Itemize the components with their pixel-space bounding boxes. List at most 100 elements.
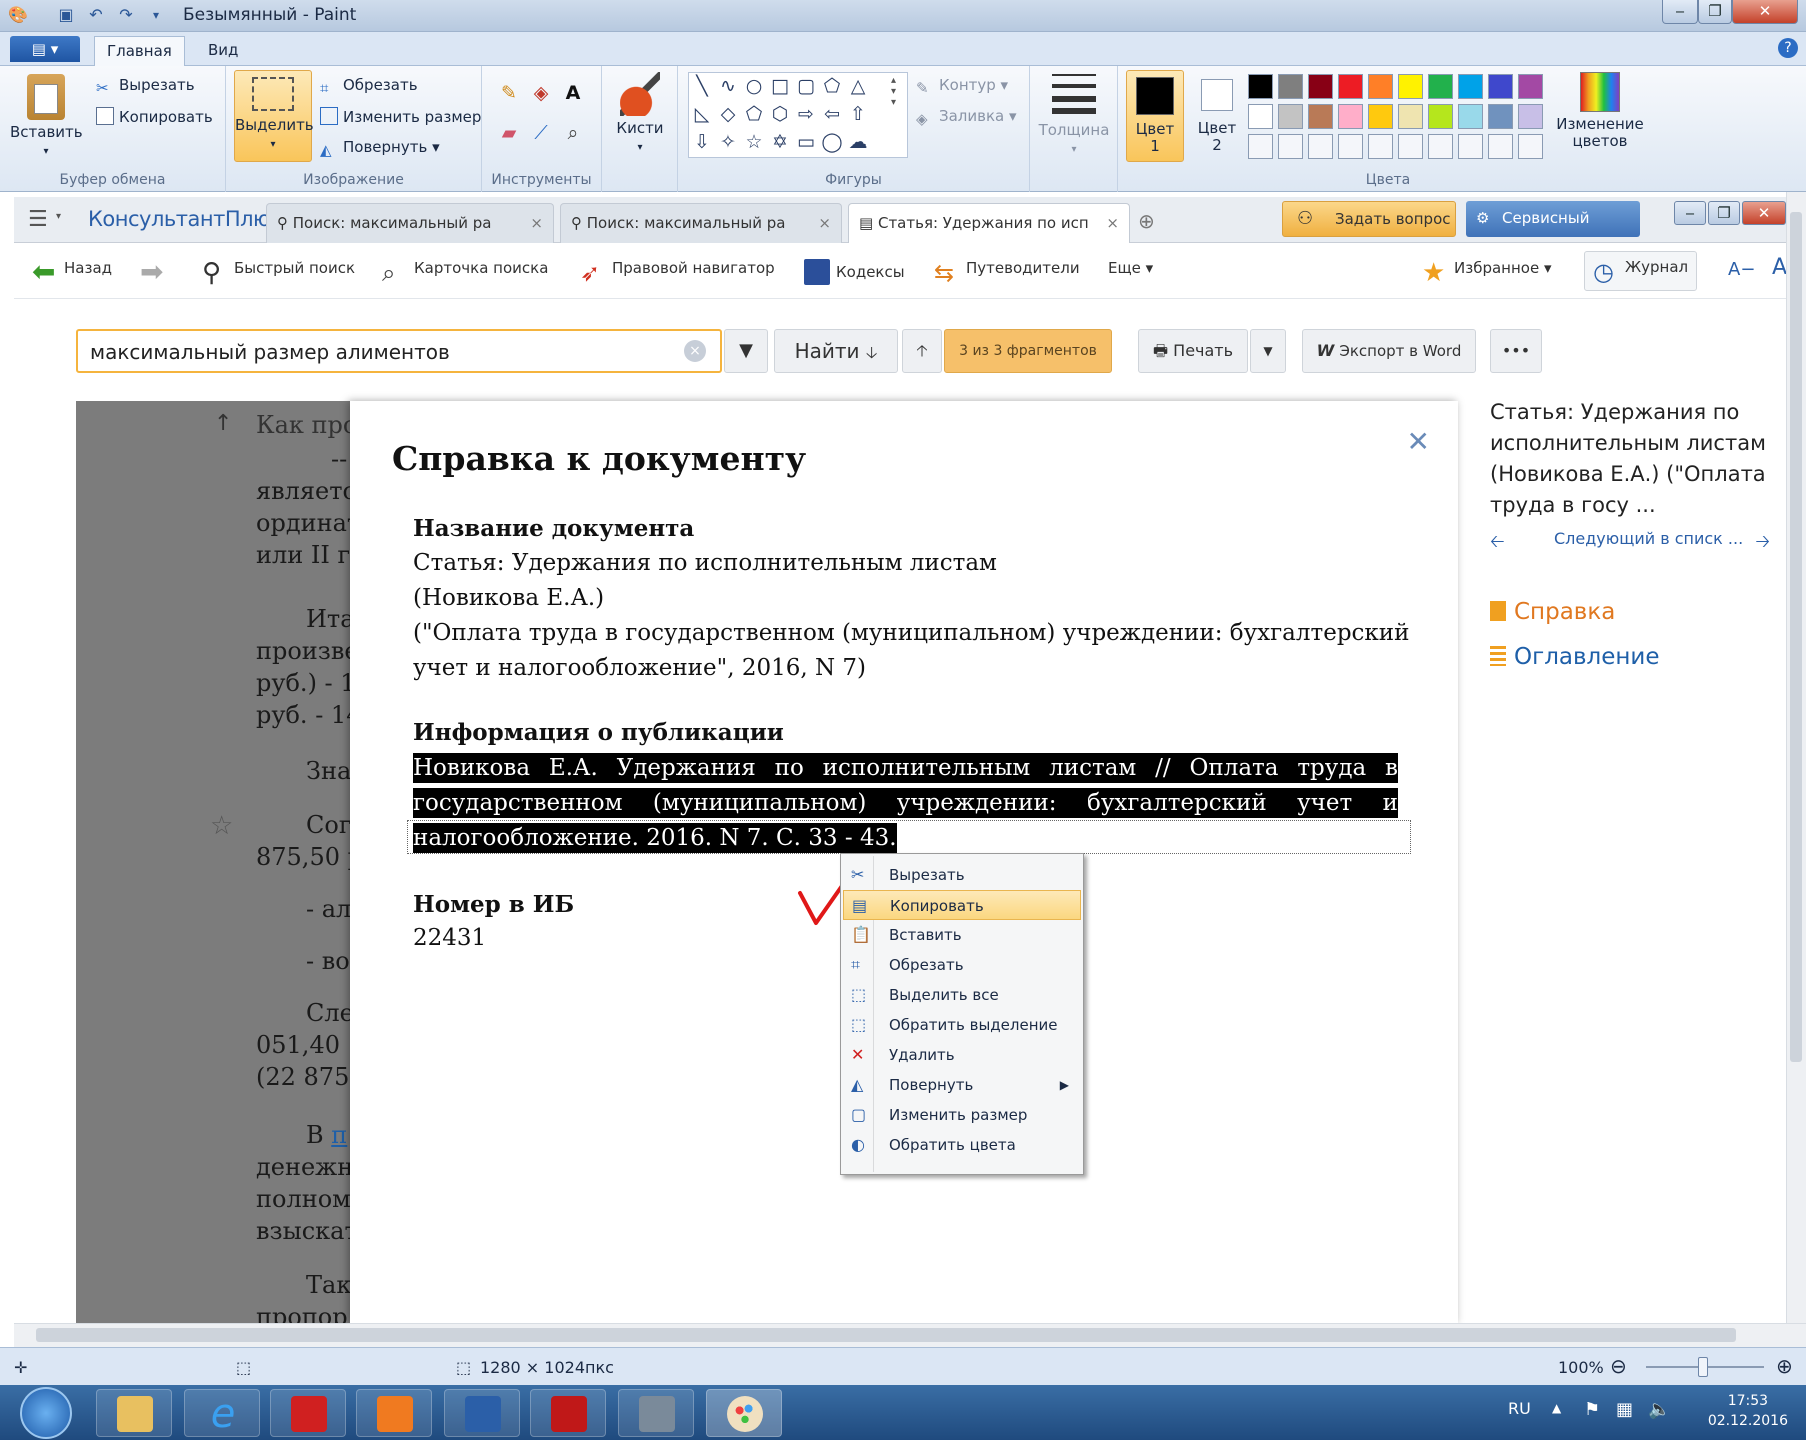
vertical-scrollbar[interactable]: [1786, 192, 1806, 1324]
selected-publication-line[interactable]: государственном (муниципальном) учрежден…: [413, 788, 1398, 818]
color-swatch[interactable]: [1308, 104, 1333, 129]
thickness-button[interactable]: Толщина ▾: [1036, 74, 1112, 158]
copy-button[interactable]: Копировать: [96, 107, 213, 126]
callout-oval-shape-icon[interactable]: ◯: [821, 131, 843, 153]
color-swatch[interactable]: [1338, 74, 1363, 99]
tray-clock[interactable]: 17:53 02.12.2016: [1708, 1391, 1788, 1431]
close-button[interactable]: ✕: [1732, 0, 1798, 24]
search-history-dropdown[interactable]: ▼: [724, 329, 768, 373]
bookmark-star-icon[interactable]: ☆: [210, 811, 233, 841]
search-input[interactable]: [90, 340, 650, 364]
action-center-icon[interactable]: ⚑: [1584, 1399, 1600, 1420]
color-swatch[interactable]: [1368, 74, 1393, 99]
color-swatch[interactable]: [1248, 74, 1273, 99]
callout-rect-shape-icon[interactable]: ▭: [795, 131, 817, 153]
polygon-shape-icon[interactable]: ⬠: [821, 75, 843, 97]
color-swatch[interactable]: [1458, 134, 1483, 159]
prev-arrow-icon[interactable]: 🡠: [1490, 531, 1505, 552]
left-arrow-shape-icon[interactable]: ⇦: [821, 103, 843, 125]
eraser-icon[interactable]: ▰: [498, 122, 520, 144]
paste-button[interactable]: Вставить ▾: [10, 74, 83, 160]
color-swatch[interactable]: [1518, 74, 1543, 99]
text-icon[interactable]: A: [562, 82, 584, 104]
up-arrow-shape-icon[interactable]: ⇧: [847, 103, 869, 125]
tab-article[interactable]: ▤ Статья: Удержания по исп ×: [848, 203, 1130, 243]
color2-button[interactable]: Цвет 2: [1188, 70, 1246, 154]
minimize-button[interactable]: ‒: [1662, 0, 1698, 24]
color-swatch[interactable]: [1308, 134, 1333, 159]
taskbar-downloader[interactable]: [270, 1389, 346, 1437]
context-menu-item[interactable]: ✂ Вырезать: [843, 860, 1081, 890]
find-prev-button[interactable]: 🡡: [902, 329, 942, 373]
taskbar-acrobat[interactable]: [530, 1389, 606, 1437]
close-tab-icon[interactable]: ×: [1106, 204, 1119, 242]
paint-app-icon[interactable]: 🎨: [8, 5, 28, 25]
pencil-icon[interactable]: ✎: [498, 82, 520, 104]
network-icon[interactable]: ▦: [1616, 1399, 1633, 1420]
codes-button[interactable]: Кодексы: [804, 259, 905, 285]
context-menu-item[interactable]: ▤ Копировать: [843, 890, 1081, 920]
color-swatch[interactable]: [1398, 134, 1423, 159]
color-swatch[interactable]: [1308, 74, 1333, 99]
zoom-out-icon[interactable]: ⊖: [1610, 1354, 1627, 1378]
save-icon[interactable]: ▣: [56, 5, 76, 25]
ask-question-button[interactable]: ⚇ Задать вопрос: [1282, 201, 1456, 237]
close-tab-icon[interactable]: ×: [530, 204, 543, 242]
dialog-close-icon[interactable]: ✕: [1407, 425, 1430, 458]
pentagon-shape-icon[interactable]: ⬠: [743, 103, 765, 125]
color-swatch[interactable]: [1428, 104, 1453, 129]
six-point-star-shape-icon[interactable]: ✡: [769, 131, 791, 153]
selected-publication-line[interactable]: Новикова Е.А. Удержания по исполнительны…: [413, 753, 1398, 783]
color-swatch[interactable]: [1428, 74, 1453, 99]
right-triangle-shape-icon[interactable]: ◺: [691, 103, 713, 125]
color-swatch[interactable]: [1458, 74, 1483, 99]
next-arrow-icon[interactable]: 🡢: [1755, 529, 1770, 559]
line-shape-icon[interactable]: ╲: [691, 75, 713, 97]
rotate-button[interactable]: ◭ Повернуть ▾: [320, 138, 440, 159]
tab-home[interactable]: Главная: [94, 36, 185, 66]
taskbar-ie[interactable]: e: [184, 1389, 260, 1437]
four-point-star-shape-icon[interactable]: ✧: [717, 131, 739, 153]
selected-publication-line[interactable]: налогообложение. 2016. N 7. С. 33 - 43.: [413, 823, 897, 853]
service-center-button[interactable]: ⚙Сервисный центр: [1466, 201, 1640, 261]
taskbar-word[interactable]: [444, 1389, 520, 1437]
color-swatch[interactable]: [1278, 74, 1303, 99]
volume-icon[interactable]: 🔈: [1648, 1399, 1670, 1420]
toc-link[interactable]: Оглавление: [1490, 644, 1660, 670]
context-menu-item[interactable]: ⬚ Выделить все: [843, 980, 1081, 1010]
quick-access-dropdown-icon[interactable]: ▾: [146, 5, 166, 25]
app-maximize-button[interactable]: ❐: [1708, 201, 1740, 225]
color-swatch[interactable]: [1278, 134, 1303, 159]
undo-icon[interactable]: ↶: [86, 5, 106, 25]
taskbar-paint[interactable]: [706, 1389, 782, 1437]
new-tab-icon[interactable]: ⊕: [1138, 209, 1155, 233]
guides-button[interactable]: ⇆ Путеводители: [934, 259, 1080, 286]
horizontal-scroll-thumb[interactable]: [36, 1328, 1736, 1342]
context-menu-item[interactable]: ◭ Повернуть ▶: [843, 1070, 1081, 1100]
color-swatch[interactable]: [1488, 134, 1513, 159]
back-button[interactable]: ⬅ Назад: [32, 258, 112, 286]
triangle-shape-icon[interactable]: △: [847, 75, 869, 97]
context-menu-item[interactable]: ⌗ Обрезать: [843, 950, 1081, 980]
color-swatch[interactable]: [1248, 104, 1273, 129]
color-swatch[interactable]: [1458, 104, 1483, 129]
close-tab-icon[interactable]: ×: [818, 204, 831, 242]
color-swatch[interactable]: [1428, 134, 1453, 159]
help-link[interactable]: Справка: [1490, 599, 1615, 625]
color-swatch[interactable]: [1278, 104, 1303, 129]
color-swatch[interactable]: [1488, 74, 1513, 99]
file-menu-button[interactable]: ▤ ▾: [10, 36, 80, 62]
context-menu-item[interactable]: ▢ Изменить размер: [843, 1100, 1081, 1130]
context-menu-item[interactable]: ✕ Удалить: [843, 1040, 1081, 1070]
rectangle-shape-icon[interactable]: □: [769, 75, 791, 97]
menu-icon[interactable]: ☰: [28, 207, 48, 232]
color-swatch[interactable]: [1518, 104, 1543, 129]
shapes-gallery[interactable]: ╲ ∿ ○ □ ▢ ⬠ △ ◺ ◇ ⬠ ⬡ ⇨ ⇦ ⇧ ⇩ ✧ ☆ ✡ ▭ ◯ …: [688, 72, 908, 158]
font-smaller-button[interactable]: A−: [1728, 259, 1755, 280]
magnifier-icon[interactable]: ⌕: [562, 122, 584, 144]
journal-button[interactable]: ◷ Журнал: [1584, 251, 1698, 291]
curve-shape-icon[interactable]: ∿: [717, 75, 739, 97]
app-minimize-button[interactable]: ‒: [1674, 201, 1706, 225]
search-card-button[interactable]: ⌕ Карточка поиска: [382, 259, 548, 286]
help-icon[interactable]: ?: [1778, 38, 1798, 58]
